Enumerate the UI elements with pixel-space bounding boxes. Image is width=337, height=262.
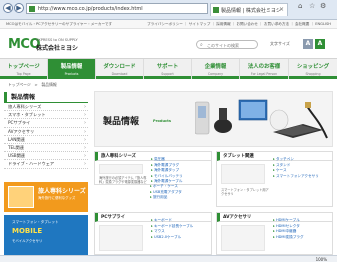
pc-category-image [99,225,143,251]
travel-link[interactable]: 海外電源タップ [151,168,183,174]
travel-link-list: 変圧器 海外電源プラグ 海外電源タップ モバイルバッテリ 海外電源ケーブル [151,157,183,185]
nav-label: ショッピング [296,64,330,70]
travel-series-banner[interactable]: 旅人専科シリーズ 海外旅行に便利なグッズ [4,182,88,212]
sidebar-item-tablet[interactable]: スマホ・タブレット [4,111,88,120]
browser-tab[interactable]: 製品情報 | 株式会社ミヨシ × [210,3,288,16]
hero-subtitle: Products [153,119,171,123]
hero-products-image [195,99,328,139]
site-tagline: MCOはモバイル・PCアクセサリーのサプライヤー・メーカーです [6,22,113,26]
browser-statusbar: 100% [0,255,337,262]
font-small-label: A [305,40,311,47]
company-name: 株式会社ミヨシ [36,45,79,52]
back-arrow-icon: ◀ [5,4,11,12]
font-large-label: A [317,40,323,47]
av-link[interactable]: HDMIケーブル [273,218,304,224]
travel-banner-title: 旅人専科シリーズ [38,188,86,195]
sidebar-item-pc-supply[interactable]: PCサプライ [4,119,88,128]
nav-company[interactable]: 企業情報 Company [192,59,240,79]
tablet-link-list: タッチペン スタンド ケース スマートフォンアクセサリ [273,157,319,179]
font-size-label: 文字サイズ [270,41,290,46]
favorites-star-icon[interactable]: ☆ [309,2,315,10]
address-bar[interactable]: http://www.mco.co.jp/products/index.html [26,3,208,14]
main-navigation: トップページ Top Page 製品情報 Products ダウンロード Downlo… [0,58,337,79]
breadcrumb[interactable]: トップページ > 製品情報 [8,82,57,88]
nav-sublabel: Top Page [16,72,31,76]
tablet-category-desc: スマートフォン・タブレット用アクセサリ [221,188,269,196]
zoom-level[interactable]: 100% [316,257,327,262]
nav-download[interactable]: ダウンロード Download [96,59,144,79]
tab-close-icon[interactable]: × [279,6,284,13]
font-small-button[interactable]: A [303,39,313,49]
site-favicon-icon [29,6,35,12]
mobile-banner-line2: モバイルアクセサリ [12,239,43,243]
logo-slogan: EXPRESS to ON SUPPLY [36,38,78,42]
back-button[interactable]: ◀ [3,3,13,13]
travel-banner-subtitle: 海外旅行に便利なグッズ [38,196,76,200]
nav-sublabel: Products [64,72,79,76]
site-topbar: MCOはモバイル・PCアクセサリーのサプライヤー・メーカーです プライバシーポリ… [0,20,337,29]
tablet-link[interactable]: スマートフォンアクセサリ [273,174,319,180]
search-placeholder: このサイトの検索 [207,43,239,48]
nav-label: トップページ [7,64,40,70]
tab-title: 製品情報 | 株式会社ミヨシ [221,8,281,14]
av-category-image [221,225,265,251]
category-pc-supply: PCサプライ キーボード キーボード延長ケーブル マウス USB2.0ケーブル [94,212,212,255]
nav-shopping[interactable]: ショッピング Shopping [289,59,337,79]
sidebar-item-lan[interactable]: LAN関連 [4,136,88,144]
mobile-banner-title: MOBILE [12,227,43,235]
nav-sublabel: For Legal Person [250,72,278,76]
sidebar-item-tel[interactable]: TEL関連 [4,144,88,153]
mobile-banner[interactable]: スマートフォン・タブレット MOBILE モバイルアクセサリ [4,215,88,255]
nav-sublabel: Shopping [305,72,321,76]
utility-links[interactable]: プライバシーポリシー ｜ サイトマップ ｜ 採用情報 ｜ お問い合わせ ｜ お買… [147,22,331,27]
url-text: http://www.mco.co.jp/products/index.html [38,6,143,12]
travel-category-desc: 海外旅行の必須アイテム「旅人専科」変換プラグや電源変換器など [99,176,147,184]
travel-link[interactable]: 旅行用品 [150,195,182,201]
av-link[interactable]: HDMI変換プラグ [273,235,304,241]
forward-button[interactable]: ▶ [14,3,24,13]
home-icon[interactable]: ⌂ [298,2,302,10]
travel-link[interactable]: ポーチ・ケース [150,184,182,190]
sidebar-item-usb[interactable]: USB関連 [4,152,88,161]
nav-top-page[interactable]: トップページ Top Page [0,59,48,79]
forward-arrow-icon: ▶ [16,4,22,12]
nav-corporate[interactable]: 法人のお客様 For Legal Person [240,59,289,79]
nav-label: 企業情報 [204,64,227,70]
browser-chrome: ◀ ▶ http://www.mco.co.jp/products/index.… [0,0,337,20]
pc-link[interactable]: USB2.0ケーブル [151,235,193,241]
sidebar-item-drive[interactable]: ドライブ・ハードウェア [4,160,88,169]
site-header: MCO EXPRESS to ON SUPPLY 株式会社ミヨシ ⌕ このサイト… [0,29,337,58]
pc-link-list: キーボード キーボード延長ケーブル マウス USB2.0ケーブル [151,218,193,240]
travel-category-image [99,164,143,174]
nav-products[interactable]: 製品情報 Products [48,59,96,79]
sidebar-item-av[interactable]: AVアクセサリ [4,128,88,136]
site-search[interactable]: ⌕ このサイトの検索 [196,40,258,49]
travel-link-list-more: ポーチ・ケース USB充電アダプタ 旅行用品 [150,184,182,201]
nav-sublabel: Download [111,72,128,76]
travel-banner-image [8,186,34,208]
av-link-list: HDMIケーブル HDMIセレクタ HDMI中継器 HDMI変換プラグ [273,218,304,240]
nav-sublabel: Support [161,72,174,76]
nav-label: ダウンロード [103,64,136,70]
products-hero: 製品情報 Products [94,91,333,147]
category-tablet: タブレット関連 スマートフォン・タブレット用アクセサリ タッチペン スタンド ケ… [216,151,333,207]
nav-support[interactable]: サポート Support [144,59,192,79]
category-av: AVアクセサリ HDMIケーブル HDMIセレクタ HDMI中継器 HDMI変換… [216,212,333,255]
nav-label: 法人のお客様 [247,64,281,70]
font-large-button[interactable]: A [315,39,325,49]
tab-favicon-icon [213,7,219,13]
mobile-banner-line1: スマートフォン・タブレット [12,220,59,224]
sidebar-title: 製品情報 [4,92,88,103]
hero-title: 製品情報 [103,117,140,127]
category-travel: 旅人専科シリーズ 海外旅行の必須アイテム「旅人専科」変換プラグや電源変換器など … [94,151,212,185]
nav-sublabel: Company [207,72,224,76]
nav-label: 製品情報 [60,64,83,70]
settings-gear-icon[interactable]: ⚙ [320,2,326,10]
sidebar-item-travel[interactable]: 旅人専科シリーズ [4,103,88,112]
nav-label: サポート [156,64,179,70]
search-icon: ⌕ [200,42,203,48]
tablet-category-image [221,164,265,184]
sidebar: 製品情報 旅人専科シリーズ スマホ・タブレット PCサプライ AVアクセサリ L… [4,92,88,169]
